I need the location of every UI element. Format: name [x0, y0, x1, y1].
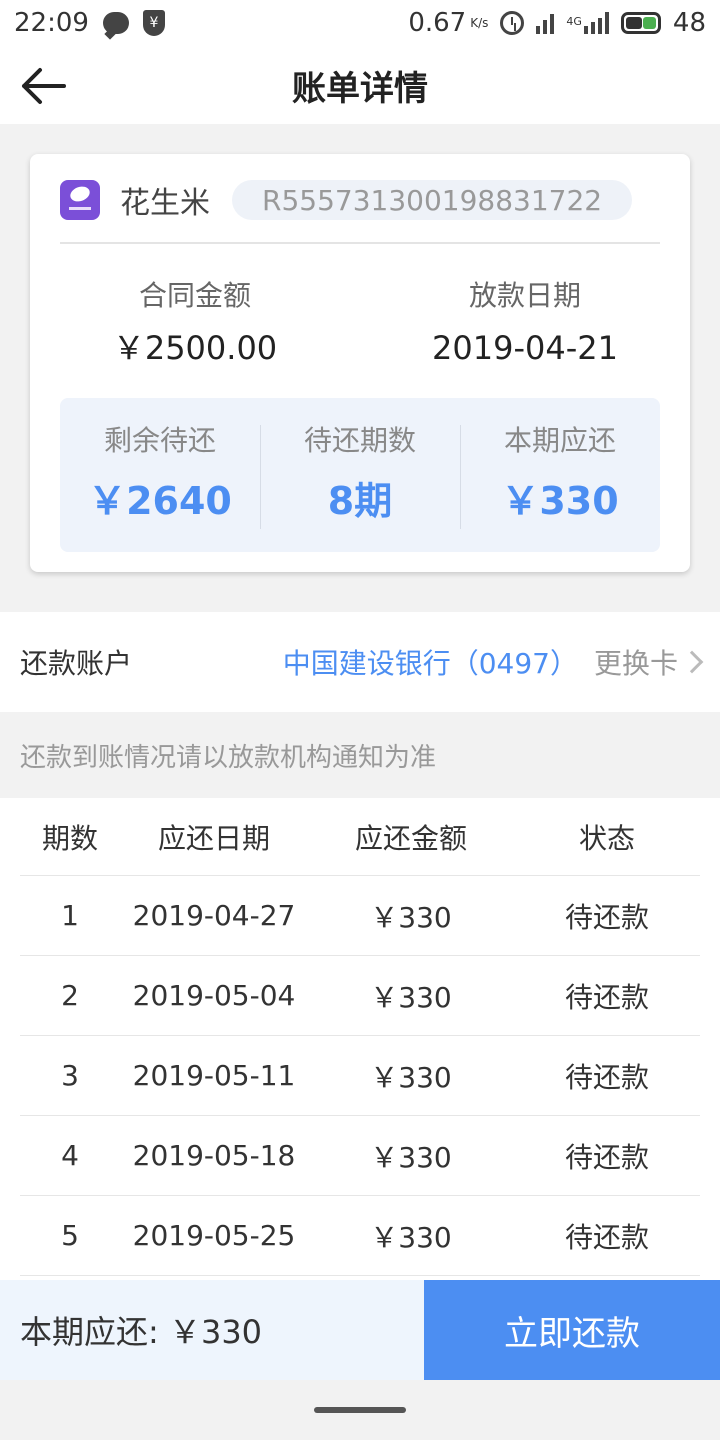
cell-date: 2019-05-11 — [132, 1059, 296, 1092]
signal-icon — [536, 12, 555, 34]
battery-level: 48 — [672, 8, 706, 38]
change-card-button[interactable]: 更换卡 — [593, 642, 704, 682]
status-left: 22:09 ¥ — [14, 8, 165, 38]
cell-date: 2019-05-18 — [132, 1139, 296, 1172]
repayment-account-row[interactable]: 还款账户 中国建设银行（0497） 更换卡 — [0, 612, 720, 712]
cell-period: 1 — [61, 899, 79, 932]
home-indicator[interactable] — [314, 1407, 406, 1413]
stat-value: 8期 — [327, 479, 393, 523]
cell-period: 2 — [61, 979, 79, 1012]
cell-amount: ￥330 — [370, 900, 452, 934]
stat-label: 剩余待还 — [103, 424, 216, 457]
repayment-notice: 还款到账情况请以放款机构通知为准 — [20, 742, 437, 773]
loan-date-block: 放款日期 2019-04-21 — [360, 276, 690, 372]
card-header: 花生米 R555731300198831722 — [60, 174, 660, 244]
cell-amount: ￥330 — [370, 1060, 452, 1094]
chat-icon — [102, 12, 129, 34]
cell-period: 4 — [61, 1139, 79, 1172]
column-header-date: 应还日期 — [157, 821, 270, 855]
signal-icon-2 — [583, 12, 609, 34]
account-label: 还款账户 — [20, 647, 133, 680]
table-row: 5 2019-05-25 ￥330 待还款 — [20, 1196, 700, 1276]
bill-summary-card: 花生米 R555731300198831722 合同金额 ￥2500.00 放款… — [30, 154, 690, 572]
stat-label: 待还期数 — [303, 424, 416, 457]
cell-date: 2019-04-27 — [132, 899, 296, 932]
cell-status: 待还款 — [564, 980, 649, 1014]
cell-amount: ￥330 — [370, 1220, 452, 1254]
cell-status: 待还款 — [564, 1060, 649, 1094]
repayment-schedule-table: 期数 应还日期 应还金额 状态 1 2019-04-27 ￥330 待还款 2 … — [0, 798, 720, 1280]
brand-name: 花生米 — [120, 186, 210, 221]
stat-remaining: 剩余待还 ￥2640 — [60, 421, 260, 529]
battery-icon — [620, 12, 661, 34]
chevron-right-icon — [680, 650, 704, 674]
stat-periods: 待还期数 8期 — [260, 421, 460, 529]
table-row: 3 2019-05-11 ￥330 待还款 — [20, 1036, 700, 1116]
status-right: 0.67 K/s 4G 48 — [408, 8, 706, 38]
cell-period: 3 — [61, 1059, 79, 1092]
cell-status: 待还款 — [564, 1220, 649, 1254]
cell-period: 5 — [61, 1219, 79, 1252]
net-speed-unit: K/s — [470, 16, 489, 30]
stat-value: ￥2640 — [88, 479, 232, 523]
alarm-icon — [500, 11, 525, 35]
pay-now-button[interactable]: 立即还款 — [424, 1280, 720, 1380]
repayment-stats: 剩余待还 ￥2640 待还期数 8期 本期应还 ￥330 — [60, 398, 660, 552]
column-header-status: 状态 — [578, 821, 635, 855]
cell-status: 待还款 — [564, 900, 649, 934]
table-row: 1 2019-04-27 ￥330 待还款 — [20, 876, 700, 956]
page-title: 账单详情 — [292, 68, 428, 109]
cell-date: 2019-05-25 — [132, 1219, 296, 1252]
cell-amount: ￥330 — [370, 1140, 452, 1174]
order-number: R555731300198831722 — [232, 180, 633, 220]
contract-amount: ￥2500.00 — [112, 329, 278, 367]
status-time: 22:09 — [14, 8, 89, 38]
net-speed: 0.67 — [408, 8, 467, 38]
shield-icon: ¥ — [142, 10, 165, 36]
nav-bar: 账单详情 — [0, 46, 720, 124]
stat-value: ￥330 — [501, 479, 619, 523]
contract-info: 合同金额 ￥2500.00 放款日期 2019-04-21 — [30, 276, 690, 372]
column-header-amount: 应还金额 — [354, 821, 467, 855]
loan-date: 2019-04-21 — [432, 329, 618, 367]
table-row: 4 2019-05-18 ￥330 待还款 — [20, 1116, 700, 1196]
contract-amount-block: 合同金额 ￥2500.00 — [30, 276, 360, 372]
account-bank: 中国建设银行（0497） — [282, 647, 578, 680]
brand-logo-icon — [60, 180, 100, 220]
stat-current-due: 本期应还 ￥330 — [460, 421, 660, 529]
back-arrow-icon — [22, 68, 66, 104]
stat-label: 本期应还 — [503, 424, 616, 457]
column-header-period: 期数 — [41, 821, 98, 855]
cell-status: 待还款 — [564, 1140, 649, 1174]
table-header: 期数 应还日期 应还金额 状态 — [20, 798, 700, 876]
signal-label: 4G — [566, 15, 582, 28]
loan-date-label: 放款日期 — [468, 279, 581, 312]
cell-date: 2019-05-04 — [132, 979, 296, 1012]
status-bar: 22:09 ¥ 0.67 K/s 4G 48 — [0, 0, 720, 46]
current-due-summary: 本期应还: ￥330 — [0, 1280, 424, 1380]
bottom-action-bar: 本期应还: ￥330 立即还款 — [0, 1280, 720, 1380]
change-card-label: 更换卡 — [593, 647, 678, 680]
table-row: 2 2019-05-04 ￥330 待还款 — [20, 956, 700, 1036]
cell-amount: ￥330 — [370, 980, 452, 1014]
back-button[interactable] — [20, 66, 68, 106]
contract-amount-label: 合同金额 — [138, 279, 251, 312]
